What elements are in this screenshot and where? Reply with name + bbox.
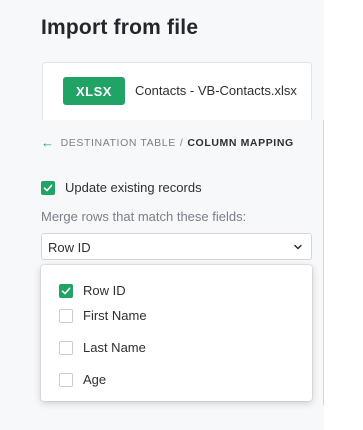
option-checkbox[interactable] xyxy=(59,340,73,355)
option-checkbox[interactable] xyxy=(59,283,73,298)
option-label: Age xyxy=(83,372,107,387)
breadcrumb-destination-table[interactable]: DESTINATION TABLE xyxy=(61,137,176,149)
update-existing-row[interactable]: Update existing records xyxy=(41,180,202,195)
breadcrumb-separator: / xyxy=(179,136,184,149)
option-row-id[interactable]: Row ID xyxy=(59,283,126,298)
xlsx-badge: XLSX xyxy=(63,77,125,105)
merge-fields-selected-value: Row ID xyxy=(48,240,91,255)
chevron-down-icon xyxy=(294,244,302,250)
merge-fields-label: Merge rows that match these fields: xyxy=(41,209,247,224)
checkmark-icon xyxy=(43,184,53,191)
file-card: XLSX Contacts - VB-Contacts.xlsx xyxy=(42,62,312,120)
option-checkbox[interactable] xyxy=(59,372,73,387)
arrow-left-icon[interactable]: ← xyxy=(41,135,55,150)
dialog-title: Import from file xyxy=(41,16,199,39)
breadcrumb: ← DESTINATION TABLE / COLUMN MAPPING xyxy=(41,135,294,150)
option-label: Last Name xyxy=(83,340,146,355)
option-label: Row ID xyxy=(83,283,126,298)
update-existing-checkbox[interactable] xyxy=(41,180,55,195)
option-checkbox[interactable] xyxy=(59,308,73,323)
option-first-name[interactable]: First Name xyxy=(59,308,147,323)
file-name: Contacts - VB-Contacts.xlsx xyxy=(135,83,297,98)
panel-divider xyxy=(323,120,324,405)
merge-fields-select[interactable]: Row ID xyxy=(41,233,312,260)
checkmark-icon xyxy=(61,287,71,294)
breadcrumb-column-mapping: COLUMN MAPPING xyxy=(187,136,294,149)
option-label: First Name xyxy=(83,308,147,323)
update-existing-label: Update existing records xyxy=(65,180,202,195)
merge-fields-dropdown: Row ID First Name Last Name Age xyxy=(41,265,312,401)
option-age[interactable]: Age xyxy=(59,372,106,387)
option-last-name[interactable]: Last Name xyxy=(59,340,146,355)
